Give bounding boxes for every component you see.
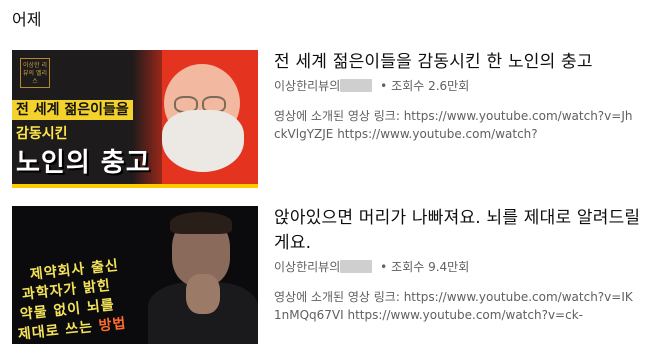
video-description: 영상에 소개된 영상 링크: https://www.youtube.com/w… — [274, 109, 633, 141]
video-thumbnail[interactable]: 제약회사 출신 과학자가 밝힌 약물 없이 뇌를 제대로 쓰는 방법 — [12, 206, 258, 344]
meta-separator: • — [380, 79, 388, 93]
channel-name[interactable]: 이상한리뷰의 — [274, 79, 340, 93]
video-meta: 이상한리뷰의 • 조회수 9.4만회 — [274, 258, 650, 276]
blurred-text — [340, 260, 373, 273]
video-item[interactable]: 이상한 리뷰의 멜리스 전 세계 젊은이들을 감동시킨 노인의 충고 전 세계 … — [12, 50, 652, 190]
thumbnail-caption-4b: 방법 — [97, 315, 128, 335]
thumbnail-caption-3: 노인의 충고 — [16, 148, 151, 178]
thumbnail-accent-bar — [12, 184, 258, 188]
man-hair — [170, 212, 232, 234]
section-title: 어제 — [12, 10, 42, 29]
video-thumbnail[interactable]: 이상한 리뷰의 멜리스 전 세계 젊은이들을 감동시킨 노인의 충고 — [12, 50, 258, 188]
man-hands — [186, 274, 220, 314]
channel-name[interactable]: 이상한리뷰의 — [274, 260, 340, 274]
view-count: 조회수 9.4만회 — [391, 260, 470, 274]
old-man-beard — [162, 110, 244, 172]
video-description: 영상에 소개된 영상 링크: https://www.youtube.com/w… — [274, 290, 633, 322]
blurred-text — [340, 79, 373, 92]
video-info: 앉아있으면 머리가 나빠져요. 뇌를 제대로 알려드릴게요. 이상한리뷰의 • 조… — [274, 206, 650, 324]
video-item[interactable]: 제약회사 출신 과학자가 밝힌 약물 없이 뇌를 제대로 쓰는 방법 앉아있으면… — [12, 206, 652, 346]
video-title[interactable]: 전 세계 젊은이들을 감동시킨 한 노인의 충고 — [274, 50, 650, 75]
thumbnail-caption-2: 감동시킨 — [16, 126, 68, 142]
video-title[interactable]: 앉아있으면 머리가 나빠져요. 뇌를 제대로 알려드릴게요. — [274, 206, 650, 256]
video-meta: 이상한리뷰의 • 조회수 2.6만회 — [274, 77, 650, 95]
video-info: 전 세계 젊은이들을 감동시킨 한 노인의 충고 이상한리뷰의 • 조회수 2.6… — [274, 50, 650, 143]
channel-logo: 이상한 리뷰의 멜리스 — [20, 58, 50, 88]
meta-separator: • — [380, 260, 388, 274]
thumbnail-caption-1: 전 세계 젊은이들을 — [12, 100, 133, 120]
view-count: 조회수 2.6만회 — [391, 79, 470, 93]
